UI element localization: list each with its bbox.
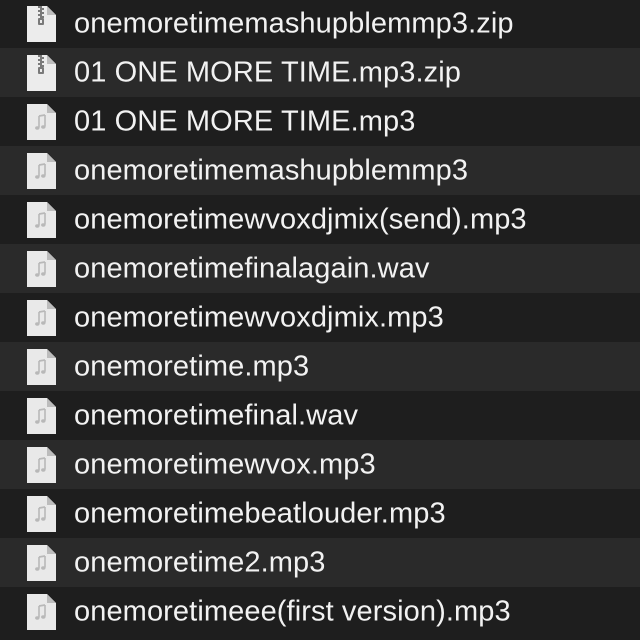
file-name: 01 ONE MORE TIME.mp3 <box>74 105 416 137</box>
file-name: 01 ONE MORE TIME.mp3.zip <box>74 56 462 88</box>
file-row[interactable]: onemoretimeee(first version).mp3 <box>0 587 640 636</box>
file-row[interactable]: onemoretimefinal.wav <box>0 391 640 440</box>
file-row[interactable]: onemoretime2.mp3 <box>0 538 640 587</box>
audio-file-icon <box>25 495 57 533</box>
file-name: onemoretimefinalagain.wav <box>74 252 430 284</box>
audio-file-icon <box>25 103 57 141</box>
zip-icon <box>25 54 57 92</box>
file-row[interactable]: 01 ONE MORE TIME.mp3 <box>0 97 640 146</box>
file-row[interactable]: onemoretimebeatlouder.mp3 <box>0 489 640 538</box>
audio-file-icon <box>25 593 57 631</box>
zip-icon <box>25 5 57 43</box>
file-name: onemoretimewvoxdjmix.mp3 <box>74 301 444 333</box>
audio-file-icon <box>25 299 57 337</box>
audio-file-icon <box>25 201 57 239</box>
file-name: onemoretimefinal.wav <box>74 399 359 431</box>
audio-file-icon <box>25 544 57 582</box>
audio-file-icon <box>25 152 57 190</box>
file-row[interactable]: onemoretimefinalagain.wav <box>0 244 640 293</box>
file-row[interactable]: onemoretimewvoxdjmix.mp3 <box>0 293 640 342</box>
audio-file-icon <box>25 397 57 435</box>
file-list: onemoretimemashupblemmp3.zip 01 ONE MORE … <box>0 0 640 640</box>
file-name: onemoretimebeatlouder.mp3 <box>74 497 446 529</box>
file-row[interactable]: onemoretimemashupblemmp3 <box>0 146 640 195</box>
file-row[interactable]: onemoretime.mp3 <box>0 342 640 391</box>
audio-file-icon <box>25 348 57 386</box>
file-name: onemoretimemashupblemmp3 <box>74 154 469 186</box>
file-name: onemoretimewvoxdjmix(send).mp3 <box>74 203 527 235</box>
file-row[interactable]: 01 ONE MORE TIME.mp3.zip <box>0 48 640 97</box>
file-name: onemoretime.mp3 <box>74 350 310 382</box>
audio-file-icon <box>25 250 57 288</box>
file-name: onemoretimemashupblemmp3.zip <box>74 7 514 39</box>
file-name: onemoretimewvox.mp3 <box>74 448 376 480</box>
file-name: onemoretimeee(first version).mp3 <box>74 595 511 627</box>
file-name: onemoretime2.mp3 <box>74 546 326 578</box>
file-row[interactable]: onemoretimemashupblemmp3.zip <box>0 0 640 48</box>
file-row[interactable]: onemoretimewvox.mp3 <box>0 440 640 489</box>
audio-file-icon <box>25 446 57 484</box>
file-row[interactable]: onemoretimewvoxdjmix(send).mp3 <box>0 195 640 244</box>
